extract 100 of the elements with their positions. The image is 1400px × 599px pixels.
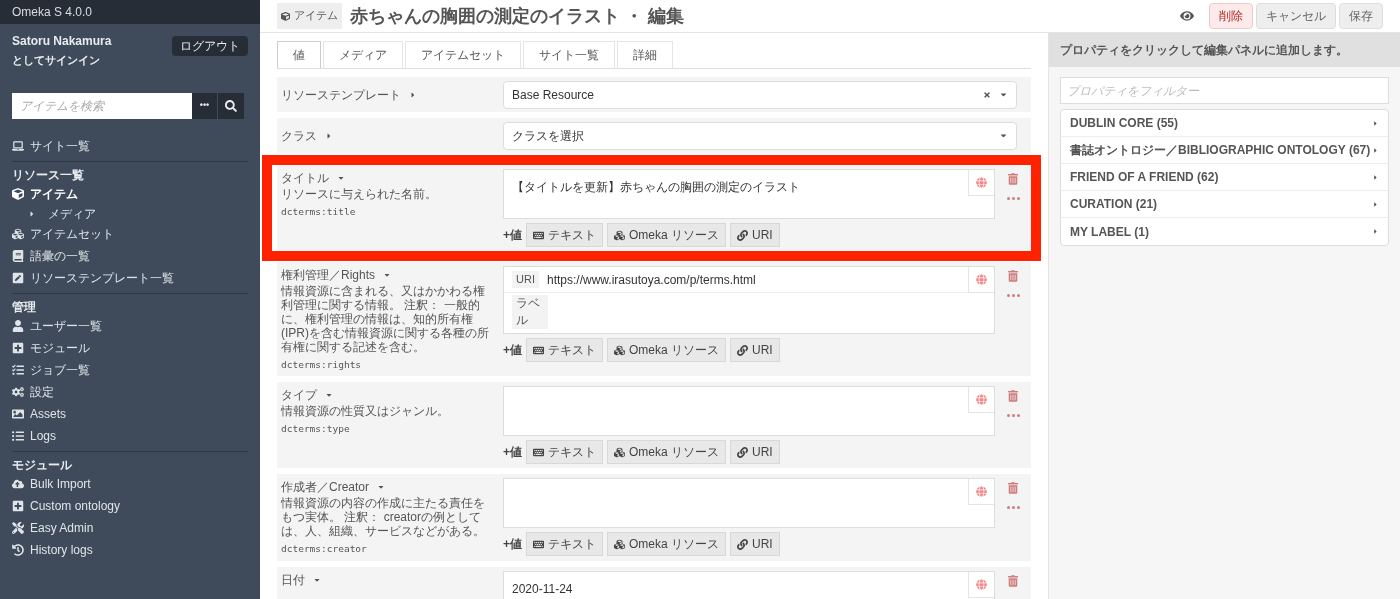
clear-icon[interactable] <box>983 90 991 99</box>
value-type-button[interactable]: Omeka リソース <box>607 338 727 362</box>
search-button[interactable] <box>218 92 244 119</box>
header-button[interactable]: 削除 <box>1209 3 1253 29</box>
vocabulary-item[interactable]: DUBLIN CORE (55) <box>1061 110 1388 137</box>
value-type-button[interactable]: URI <box>730 532 780 557</box>
language-icon[interactable] <box>976 274 987 285</box>
nav-item[interactable]: モジュール <box>12 336 248 359</box>
image-icon <box>12 407 24 420</box>
delete-icon[interactable] <box>1008 173 1018 185</box>
language-icon[interactable] <box>976 486 987 498</box>
caret-icon <box>999 131 1008 140</box>
view-icon[interactable] <box>1180 9 1194 23</box>
pencil-icon <box>12 271 24 284</box>
caret-icon <box>1372 146 1379 154</box>
vocabulary-item[interactable]: FRIEND OF A FRIEND (62) <box>1061 164 1388 191</box>
checklist-icon <box>12 363 24 376</box>
value-field[interactable]: 【タイトルを更新】赤ちゃんの胸囲の測定のイラスト <box>503 169 995 219</box>
more-icon[interactable] <box>1006 197 1020 200</box>
nav-item[interactable]: History logs <box>12 538 248 561</box>
link-icon <box>737 446 749 458</box>
cubes-icon <box>614 446 625 458</box>
value-text: 2020-11-24 <box>512 581 573 596</box>
header-button[interactable]: キャンセル <box>1256 3 1336 29</box>
nav-subitem[interactable]: メディア <box>12 204 248 223</box>
value-field[interactable] <box>503 478 995 529</box>
nav-item[interactable]: ユーザー一覧 <box>12 314 248 337</box>
nav-item[interactable]: アイテム <box>12 182 248 205</box>
caret-icon <box>337 174 345 182</box>
value-type-button[interactable]: Omeka リソース <box>607 532 727 557</box>
language-icon[interactable] <box>976 578 987 590</box>
tab[interactable]: 値 <box>277 41 321 68</box>
value-type-button[interactable]: URI <box>730 223 780 247</box>
select-field[interactable]: クラスを選択 <box>503 121 1017 150</box>
property-description: 情報資源の性質又はジャンル。 <box>281 404 450 419</box>
more-icon[interactable] <box>1006 414 1020 418</box>
advanced-search-button[interactable]: ••• <box>192 92 218 119</box>
add-value-label: +値 <box>503 444 522 462</box>
vocabulary-item[interactable]: CURATION (21) <box>1061 191 1388 218</box>
property-label[interactable]: 作成者／Creator <box>281 478 495 497</box>
cubes-icon <box>614 229 625 241</box>
property-label[interactable]: 日付 <box>281 570 495 589</box>
more-icon[interactable] <box>1006 506 1020 510</box>
nav-item[interactable]: Logs <box>12 424 248 447</box>
nav-item[interactable]: 語彙の一覧 <box>12 244 248 267</box>
nav-item[interactable]: ジョブ一覧 <box>12 358 248 381</box>
value-type-button[interactable]: テキスト <box>526 338 603 362</box>
tab[interactable]: サイト一覧 <box>523 41 615 68</box>
value-field[interactable]: 2020-11-24 <box>503 570 995 599</box>
property-description: 情報資源に含まれる、又はかかわる権利管理に関する情報。 注釈： 一般的に、権利管理の情報は、知的所有権(IPR)を含む情報資源に関する各種の所有権に関する記述を含む。 <box>281 284 490 354</box>
value-type-button[interactable]: テキスト <box>526 532 603 557</box>
delete-icon[interactable] <box>1008 270 1018 282</box>
nav-item[interactable]: Assets <box>12 402 248 425</box>
property-description: リソースに与えられた名前。 <box>281 187 438 201</box>
search-field[interactable]: アイテムを検索 <box>12 92 192 119</box>
nav-item[interactable]: 設定 <box>12 380 248 403</box>
delete-icon[interactable] <box>1008 390 1018 403</box>
tools-icon <box>12 521 24 534</box>
tab[interactable]: 詳細 <box>617 41 673 68</box>
value-type-button[interactable]: テキスト <box>526 440 603 465</box>
value-type-button[interactable]: URI <box>730 440 780 465</box>
value-type-button[interactable]: URI <box>730 338 780 362</box>
tab[interactable]: アイテムセット <box>405 41 521 68</box>
nav-item[interactable]: アイテムセット <box>12 222 248 245</box>
gears-icon <box>12 385 24 398</box>
filter-field[interactable]: プロパティをフィルター <box>1060 77 1389 104</box>
history-icon <box>12 543 24 556</box>
laptop-icon <box>12 139 24 152</box>
nav-item[interactable]: Easy Admin <box>12 516 248 539</box>
logout-button[interactable]: ログアウト <box>172 36 248 56</box>
language-icon[interactable] <box>976 177 987 188</box>
header-button[interactable]: 保存 <box>1339 3 1383 29</box>
nav-heading: モジュール <box>12 457 73 473</box>
nav-item[interactable]: サイト一覧 <box>12 134 248 157</box>
value-type-button[interactable]: Omeka リソース <box>607 223 727 247</box>
user-icon <box>12 319 24 332</box>
nav-item[interactable]: Custom ontology <box>12 494 248 517</box>
property-label[interactable]: タイプ <box>281 386 495 405</box>
vocabulary-item[interactable]: 書誌オントロジー／BIBLIOGRAPHIC ONTOLOGY (67) <box>1061 137 1388 164</box>
nav-item[interactable]: リソーステンプレート一覧 <box>12 266 248 289</box>
tab[interactable]: メディア <box>323 41 403 68</box>
caret-icon <box>325 131 333 140</box>
select-field[interactable]: Base Resource <box>503 80 1017 109</box>
value-field[interactable]: URI https://www.irasutoya.com/p/terms.html ラベル <box>503 266 995 334</box>
value-field[interactable] <box>503 386 995 437</box>
field-label[interactable]: リソーステンプレート <box>277 85 503 104</box>
more-icon[interactable] <box>1006 294 1020 297</box>
property-label[interactable]: タイトル <box>281 169 495 187</box>
property-term: dcterms:type <box>281 422 351 437</box>
nav-item[interactable]: Bulk Import <box>12 472 248 495</box>
field-label[interactable]: クラス <box>277 126 503 145</box>
property-label[interactable]: 権利管理／Rights <box>281 266 495 284</box>
vocabulary-item[interactable]: MY LABEL (1) <box>1061 218 1388 245</box>
add-value-label: +値 <box>503 227 522 244</box>
delete-icon[interactable] <box>1008 574 1018 587</box>
delete-icon[interactable] <box>1008 482 1018 495</box>
value-type-button[interactable]: Omeka リソース <box>607 440 727 465</box>
app-version: Omeka S 4.0.0 <box>0 0 260 24</box>
value-type-button[interactable]: テキスト <box>526 223 603 247</box>
language-icon[interactable] <box>976 394 987 406</box>
